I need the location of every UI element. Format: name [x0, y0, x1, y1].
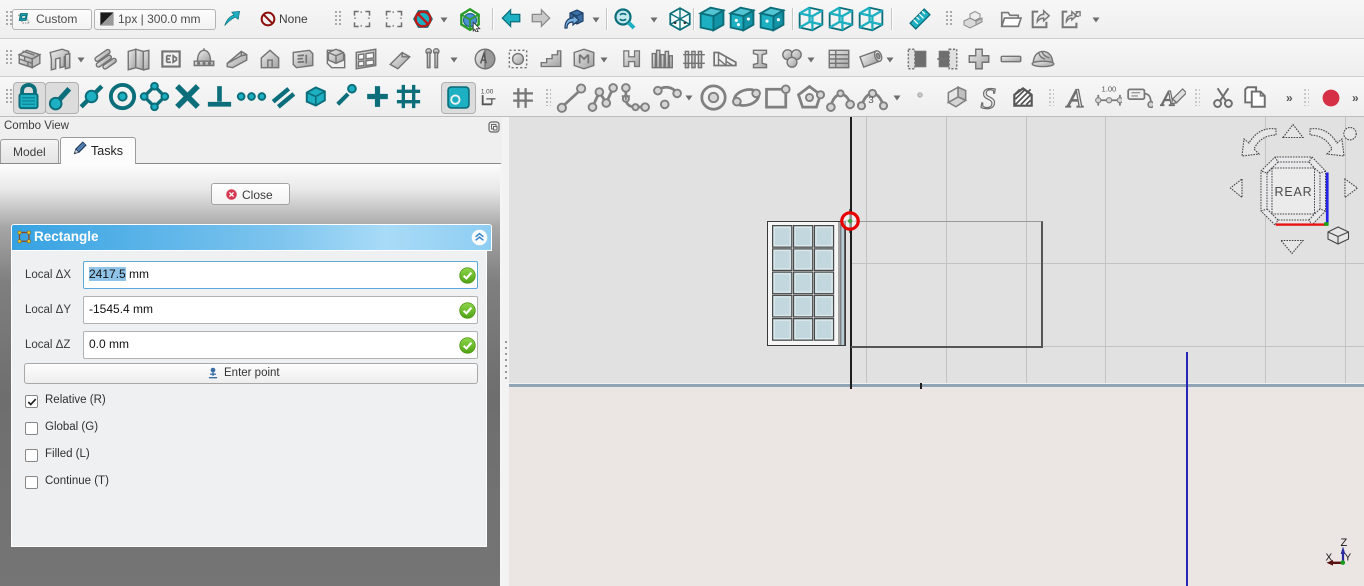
- svg-text:Z: Z: [1341, 537, 1348, 549]
- svg-text:S: S: [981, 83, 996, 111]
- svg-text:Y: Y: [1345, 553, 1352, 564]
- svg-text:3: 3: [868, 95, 873, 106]
- svg-text:REAR: REAR: [1275, 185, 1313, 199]
- svg-text:1.00: 1.00: [1102, 85, 1117, 94]
- svg-text:1.00: 1.00: [481, 88, 494, 95]
- svg-text:X: X: [1326, 553, 1333, 564]
- svg-text:A: A: [1065, 84, 1083, 110]
